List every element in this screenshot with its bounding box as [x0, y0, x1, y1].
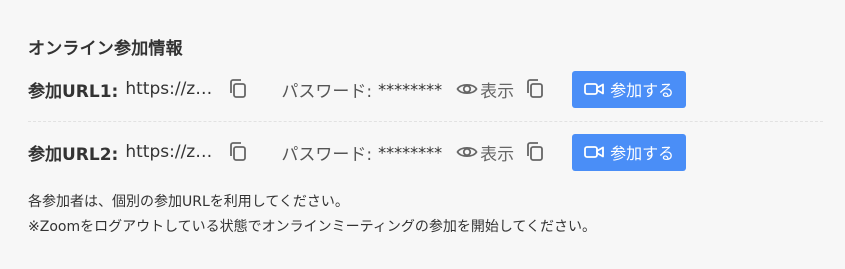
copy-icon	[527, 142, 543, 161]
note-individual-url: 各参加者は、個別の参加URLを利用してください。	[28, 194, 349, 210]
url-value[interactable]: https://zo...	[125, 142, 219, 162]
url-row: 参加URL2: https://zo... パスワード: ******** 表示	[28, 132, 823, 172]
eye-icon	[456, 144, 478, 160]
join-button[interactable]: 参加する	[572, 133, 687, 171]
copy-icon	[230, 142, 247, 161]
join-button[interactable]: 参加する	[572, 70, 687, 108]
url-label: 参加URL2:	[28, 144, 119, 165]
video-camera-icon	[584, 82, 604, 96]
password-value: ********	[378, 142, 443, 162]
password-label: パスワード:	[281, 81, 373, 102]
join-label: 参加する	[610, 81, 675, 100]
password-label: パスワード:	[281, 144, 373, 165]
url-row: 参加URL1: https://zo... パスワード: ******** 表示	[28, 69, 823, 109]
section-title: オンライン参加情報	[28, 39, 183, 59]
show-password-toggle[interactable]: 表示	[456, 140, 514, 165]
password-value: ********	[378, 79, 443, 99]
join-label: 参加する	[610, 144, 675, 163]
copy-password-button[interactable]	[524, 78, 546, 100]
copy-url-button[interactable]	[227, 141, 249, 163]
copy-url-button[interactable]	[227, 78, 249, 100]
video-camera-icon	[584, 145, 604, 159]
url-label: 参加URL1:	[28, 81, 119, 102]
eye-icon	[456, 81, 478, 97]
note-zoom-logout: ※Zoomをログアウトしている状態でオンラインミーティングの参加を開始してくださ…	[28, 219, 596, 235]
copy-icon	[230, 79, 247, 98]
show-password-toggle[interactable]: 表示	[456, 77, 514, 102]
url-value[interactable]: https://zo...	[125, 79, 219, 99]
show-label: 表示	[480, 81, 515, 102]
copy-password-button[interactable]	[524, 141, 546, 163]
show-label: 表示	[480, 144, 515, 165]
row-divider	[28, 121, 823, 122]
copy-icon	[527, 79, 543, 98]
